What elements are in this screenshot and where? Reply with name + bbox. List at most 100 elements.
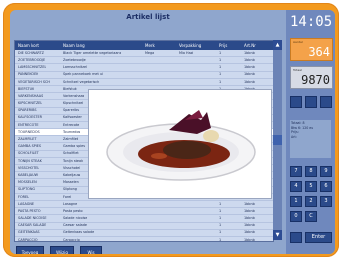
key-9[interactable]: 9 <box>320 166 332 177</box>
table-cell: Biefstuk <box>63 86 77 91</box>
table-cell: CARPACCIO <box>18 237 38 241</box>
function-button-1[interactable] <box>290 96 302 108</box>
table-cell: GAMBA SPIES <box>18 144 42 149</box>
table-scrollbar[interactable]: ▲ ▼ <box>273 40 282 240</box>
key-0[interactable]: 0 <box>290 211 302 222</box>
table-row[interactable]: PANNEKOEK Spek pannekoek met ui 1 1bbnb <box>15 72 273 79</box>
col-naam-kort[interactable]: Naam kort <box>18 43 39 48</box>
key-5[interactable]: 5 <box>305 181 317 192</box>
table-cell: 1 <box>219 79 222 84</box>
table-cell: 1bbnb <box>244 230 255 235</box>
table-cell: PANNEKOEK <box>18 72 39 77</box>
table-cell: Schnitzel vegetarisch <box>63 79 100 84</box>
scroll-up-icon[interactable]: ▲ <box>273 40 282 50</box>
table-cell: 1bbnb <box>244 208 255 213</box>
table-cell: PASTA PESTO <box>18 208 41 213</box>
key-2[interactable]: 2 <box>305 196 317 207</box>
table-header: Naam kort Naam lang Merk Verpakking Prij… <box>15 41 273 50</box>
table-cell: Visschotel <box>63 165 81 170</box>
table-cell: 1 <box>219 72 222 77</box>
key-4[interactable]: 4 <box>290 181 302 192</box>
table-cell: Varkenshaas <box>63 93 85 98</box>
function-button-2[interactable] <box>305 96 317 108</box>
total-label: Totaal <box>293 68 302 72</box>
table-cell: Tournedos <box>63 129 81 134</box>
table-cell: 1bbnb <box>244 72 255 77</box>
quantity-value: 364 <box>308 45 330 59</box>
side-panel: 14:05 Aantal 364 Totaal 9870 Totaal: 8 B… <box>286 10 335 254</box>
table-cell: VARKENSHAAS <box>18 93 44 98</box>
table-cell: Salade nicoise <box>63 216 88 221</box>
table-row[interactable]: DIE SCHWARTZ Black Tiger omelette vegetar… <box>15 50 273 58</box>
key-8[interactable]: 8 <box>305 166 317 177</box>
col-prijs[interactable]: Prijs <box>219 43 227 48</box>
table-cell: 1bbnb <box>244 65 255 70</box>
key-6[interactable]: 6 <box>320 181 332 192</box>
table-cell: 1bbnb <box>244 50 255 55</box>
table-cell: 1 <box>219 57 222 62</box>
table-cell: 1bbnb <box>244 57 255 62</box>
table-cell: KIPSCHNITZEL <box>18 101 43 106</box>
table-cell: Geitenkaas salade <box>63 230 95 235</box>
table-cell: LASAGNE <box>18 201 35 206</box>
table-cell: 1 <box>219 237 222 241</box>
enter-button[interactable]: Enter <box>305 232 332 243</box>
screen: Artikel lijst Naam kort Naam lang Merk V… <box>10 10 335 254</box>
col-naam-lang[interactable]: Naam lang <box>63 43 85 48</box>
table-row[interactable]: GEITENKAAS Geitenkaas salade 1 1bbnb <box>15 230 273 237</box>
quantity-display: Aantal 364 <box>290 38 333 61</box>
col-verpakking[interactable]: Verpakking <box>179 43 201 48</box>
add-button[interactable]: Toevoeg <box>16 246 44 254</box>
table-row[interactable]: LAMSSCHNITZEL Lamsschnitzel 1 1bbnb <box>15 64 273 72</box>
delete-button[interactable]: Wis <box>80 246 102 254</box>
table-row[interactable]: LASAGNE Lasagne 1 1bbnb <box>15 201 273 209</box>
table-cell: ENTRECOTE <box>18 122 39 127</box>
table-cell: 1 <box>219 223 222 228</box>
table-row[interactable]: SALADE NICOISE Salade nicoise 1 1bbnb <box>15 215 273 223</box>
col-merk[interactable]: Merk <box>145 43 155 48</box>
key-7[interactable]: 7 <box>290 166 302 177</box>
table-row[interactable]: VEGETARISCH SCH Schnitzel vegetarisch 1 1bb… <box>15 79 273 86</box>
table-cell: Tonijn steak <box>63 158 84 163</box>
table-cell: GEITENKAAS <box>18 230 40 235</box>
table-cell: 1bbnb <box>244 216 255 221</box>
table-cell: SALADE NICOISE <box>18 216 47 221</box>
table-cell: Pasta pesto <box>63 208 83 213</box>
device-frame: Artikel lijst Naam kort Naam lang Merk V… <box>3 3 339 257</box>
table-row[interactable]: CARPACCIO Carpaccio 1 1bbnb <box>15 237 273 241</box>
table-cell: Carpaccio <box>63 237 80 241</box>
table-cell: 1bbnb <box>244 79 255 84</box>
table-cell: Scholfilet <box>63 151 79 156</box>
table-cell: 1 <box>219 201 222 206</box>
function-button-3[interactable] <box>320 96 332 108</box>
scroll-down-icon[interactable]: ▼ <box>273 230 282 240</box>
key-3[interactable]: 3 <box>320 196 332 207</box>
table-row[interactable]: PASTA PESTO Pasta pesto 1 1bbnb <box>15 208 273 216</box>
table-row[interactable]: CAESAR SALADE Caesar salade 1 1bbnb <box>15 223 273 230</box>
table-cell: 1bbnb <box>244 223 255 228</box>
table-cell: LAMSSCHNITZEL <box>18 65 47 70</box>
table-cell: 1bbnb <box>244 201 255 206</box>
key-1[interactable]: 1 <box>290 196 302 207</box>
table-cell: Kabeljauw <box>63 172 81 177</box>
edit-button[interactable]: Wijzig <box>50 246 74 254</box>
total-value: 9870 <box>301 73 330 87</box>
key-extra[interactable] <box>290 232 302 243</box>
table-cell: Mia Hazi <box>179 50 194 55</box>
table-cell: Black Tiger omelette vegetariaans <box>63 50 122 55</box>
table-cell: SLIPTONG <box>18 187 35 192</box>
col-artnr[interactable]: Art.Nr <box>244 43 256 48</box>
table-cell: Kipschnitzel <box>63 101 84 106</box>
scroll-thumb[interactable] <box>273 135 282 145</box>
table-cell: CAESAR SALADE <box>18 223 47 228</box>
table-row[interactable]: ZOETEBROODJE Zoetebroodje 1 1bbnb <box>15 57 273 65</box>
table-cell: Zoetebroodje <box>63 57 86 62</box>
table-cell: 1 <box>219 50 222 55</box>
clock: 14:05 <box>290 14 333 30</box>
table-cell: BIEFSTUK <box>18 86 35 91</box>
table-cell: ZALMFILET <box>18 137 37 142</box>
key-clear[interactable]: C <box>305 211 317 222</box>
table-cell: Spareribs <box>63 108 80 113</box>
table-cell: SPARERIBS <box>18 108 37 113</box>
info-panel: Totaal: 8 Btw 6: 120 eu Prijs: Art: <box>290 120 331 158</box>
